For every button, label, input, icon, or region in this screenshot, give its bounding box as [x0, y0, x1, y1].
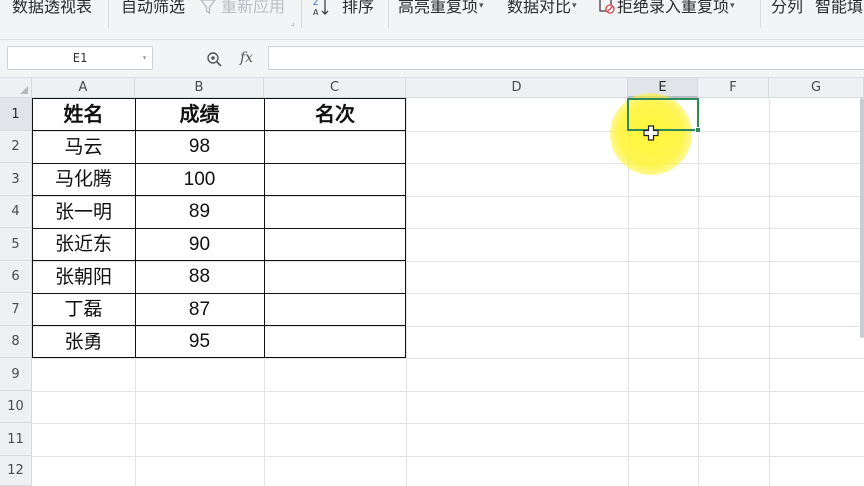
- cross-cursor-icon: [643, 125, 659, 141]
- row-header-10[interactable]: 10: [0, 391, 32, 423]
- gridline: [698, 98, 699, 486]
- gridline: [32, 423, 864, 424]
- name-box[interactable]: E1 ▾: [7, 46, 153, 70]
- name-cell[interactable]: 马化腾: [32, 163, 135, 196]
- ribbon-separator: [760, 0, 761, 28]
- reject-duplicates-button[interactable]: 拒绝录入重复项▾: [617, 0, 735, 22]
- cell-reference: E1: [72, 51, 88, 65]
- row-header-3[interactable]: 3: [0, 163, 32, 196]
- selected-cell-e1[interactable]: [627, 98, 701, 133]
- score-cell[interactable]: 87: [135, 293, 264, 326]
- gridline: [406, 98, 407, 486]
- fx-icon[interactable]: fx: [240, 50, 253, 66]
- column-header-b[interactable]: B: [135, 78, 264, 98]
- ribbon-separator: [108, 0, 109, 28]
- split-column-button[interactable]: 分列: [771, 0, 803, 22]
- svg-text:Z: Z: [313, 0, 319, 7]
- zoom-icon[interactable]: [206, 51, 223, 68]
- row-header-11[interactable]: 11: [0, 423, 32, 456]
- header-cell-rank[interactable]: 名次: [264, 98, 406, 131]
- score-cell[interactable]: 98: [135, 131, 264, 163]
- chevron-down-icon: ▾: [479, 1, 484, 11]
- gridline: [32, 456, 864, 457]
- column-header-f[interactable]: F: [698, 78, 769, 98]
- row-header-6[interactable]: 6: [0, 261, 32, 293]
- ribbon-separator: [301, 0, 302, 28]
- select-all-corner[interactable]: [0, 78, 32, 98]
- row-header-9[interactable]: 9: [0, 358, 32, 391]
- name-cell[interactable]: 丁磊: [32, 293, 135, 326]
- row-header-5[interactable]: 5: [0, 228, 32, 261]
- data-compare-label: 数据对比: [507, 0, 572, 16]
- pivot-table-button[interactable]: 数据透视表: [12, 0, 92, 22]
- score-cell[interactable]: 100: [135, 163, 264, 196]
- row-header-8[interactable]: 8: [0, 326, 32, 358]
- vertical-scrollbar[interactable]: [860, 98, 864, 338]
- row-header-7[interactable]: 7: [0, 293, 32, 326]
- column-header-a[interactable]: A: [32, 78, 135, 98]
- column-header-c[interactable]: C: [264, 78, 406, 98]
- svg-text:A: A: [313, 8, 319, 17]
- funnel-icon: [200, 0, 216, 15]
- gridline: [769, 98, 770, 486]
- rank-cell[interactable]: [264, 131, 406, 163]
- gridline: [32, 358, 864, 359]
- sort-az-icon: Z A: [313, 0, 329, 17]
- formula-input[interactable]: [268, 46, 864, 70]
- rank-cell[interactable]: [264, 228, 406, 261]
- score-cell[interactable]: 88: [135, 261, 264, 293]
- column-header-d[interactable]: D: [406, 78, 628, 98]
- name-cell[interactable]: 张勇: [32, 326, 135, 358]
- name-cell[interactable]: 马云: [32, 131, 135, 163]
- ribbon-toolbar: 数据透视表 自动筛选 重新应用 ⌟ Z A 排序 高亮重复项▾ 数据对比▾ 拒绝…: [0, 0, 864, 40]
- gridline: [32, 391, 864, 392]
- score-cell[interactable]: 89: [135, 196, 264, 228]
- rank-cell[interactable]: [264, 326, 406, 358]
- rank-cell[interactable]: [264, 293, 406, 326]
- column-header-g[interactable]: G: [769, 78, 864, 98]
- sort-button[interactable]: 排序: [342, 0, 374, 22]
- highlight-duplicates-label: 高亮重复项: [398, 0, 479, 16]
- header-cell-score[interactable]: 成绩: [135, 98, 264, 131]
- highlight-duplicates-button[interactable]: 高亮重复项▾: [398, 0, 484, 22]
- ribbon-group-expand-icon[interactable]: ⌟: [291, 18, 295, 27]
- row-header-12[interactable]: 12: [0, 456, 32, 486]
- score-cell[interactable]: 95: [135, 326, 264, 358]
- rank-cell[interactable]: [264, 163, 406, 196]
- smart-fill-button[interactable]: 智能填: [815, 0, 863, 22]
- reject-duplicates-icon: [599, 0, 615, 14]
- reject-duplicates-label: 拒绝录入重复项: [617, 0, 730, 16]
- spreadsheet-grid[interactable]: A B C D E F G 1 2 3 4 5 6 7 8 9 10 11 12…: [0, 78, 864, 486]
- score-cell[interactable]: 90: [135, 228, 264, 261]
- rank-cell[interactable]: [264, 261, 406, 293]
- ribbon-separator: [388, 0, 389, 28]
- fill-handle[interactable]: [695, 127, 701, 133]
- chevron-down-icon: ▾: [730, 1, 735, 11]
- chevron-down-icon[interactable]: ▾: [142, 47, 147, 69]
- data-compare-button[interactable]: 数据对比▾: [507, 0, 577, 22]
- auto-filter-button[interactable]: 自动筛选: [121, 0, 185, 22]
- header-cell-name[interactable]: 姓名: [32, 98, 135, 131]
- name-cell[interactable]: 张近东: [32, 228, 135, 261]
- formula-bar: E1 ▾ fx: [0, 40, 864, 78]
- reapply-button[interactable]: 重新应用: [221, 0, 285, 22]
- row-header-2[interactable]: 2: [0, 131, 32, 163]
- chevron-down-icon: ▾: [572, 1, 577, 11]
- name-cell[interactable]: 张一明: [32, 196, 135, 228]
- row-header-4[interactable]: 4: [0, 196, 32, 228]
- row-header-1[interactable]: 1: [0, 98, 32, 131]
- rank-cell[interactable]: [264, 196, 406, 228]
- name-cell[interactable]: 张朝阳: [32, 261, 135, 293]
